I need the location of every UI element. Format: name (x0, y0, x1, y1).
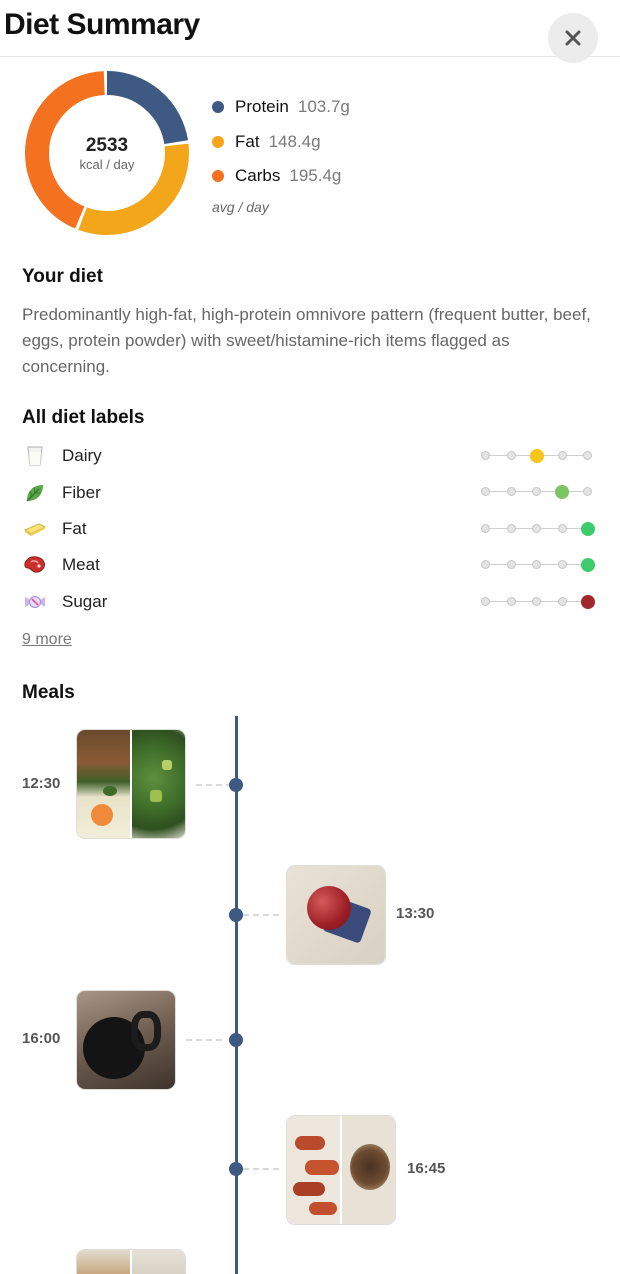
timeline-connector (243, 914, 279, 916)
meal-time: 13:30 (396, 905, 435, 922)
legend-name: Carbs (235, 166, 281, 186)
scale-dot-active (580, 558, 595, 573)
scale-dot (481, 487, 490, 497)
legend-item-fat: Fat 148.4g (212, 125, 350, 160)
scale-dot (481, 596, 490, 606)
level-scale (477, 474, 592, 510)
diet-label-name: Dairy (62, 446, 102, 466)
diet-label-name: Meat (62, 555, 100, 575)
level-scale (477, 438, 592, 474)
scale-dot (532, 560, 541, 570)
salad-photo (130, 730, 185, 838)
diet-label-fiber[interactable]: Fiber (22, 474, 592, 510)
legend-name: Fat (235, 131, 260, 151)
timeline-dot (229, 908, 243, 922)
avg-note: avg / day (212, 199, 269, 215)
diet-labels-heading: All diet labels (22, 407, 145, 428)
macro-donut-chart: 2533 kcal / day (24, 70, 190, 236)
timeline-dot (229, 778, 243, 792)
close-icon (565, 30, 581, 46)
mug-photo (77, 991, 175, 1089)
scale-dot (506, 451, 516, 460)
scale-dot-active (580, 521, 595, 536)
diet-label-meat[interactable]: Meat (22, 547, 595, 583)
level-scale (477, 584, 595, 620)
timeline-dot (229, 1162, 243, 1176)
scale-dot-active (529, 449, 544, 463)
scale-dot (532, 596, 541, 606)
diet-label-dairy[interactable]: Dairy (22, 438, 592, 474)
diet-label-name: Fiber (62, 482, 101, 502)
meal-photo-group[interactable] (286, 1115, 396, 1225)
diet-label-fat[interactable]: Fat (22, 511, 595, 547)
kcal-value: 2533 (85, 134, 129, 156)
meal-photo-group[interactable] (76, 990, 176, 1090)
scale-dot (557, 523, 567, 533)
scale-dot (506, 596, 516, 606)
diet-label-sugar[interactable]: Sugar (22, 584, 595, 620)
scale-dot (506, 487, 516, 497)
legend-item-protein: Protein 103.7g (212, 90, 350, 125)
meal-time: 12:30 (22, 775, 61, 792)
protein-color-dot (212, 101, 224, 114)
level-scale (477, 511, 595, 547)
scale-dot-active (555, 485, 569, 500)
legend-value: 103.7g (297, 97, 350, 117)
food-photo (77, 1250, 130, 1274)
apple-photo (287, 866, 385, 964)
close-button[interactable] (548, 13, 598, 63)
candy-icon (22, 590, 48, 614)
diet-label-name: Sugar (62, 591, 108, 611)
scale-dot (481, 451, 490, 460)
scale-dot (506, 523, 516, 533)
meal-time: 16:00 (22, 1030, 61, 1047)
legend-name: Protein (235, 97, 289, 117)
scale-dot (557, 560, 567, 570)
meal-time: 16:45 (407, 1160, 446, 1177)
meals-heading: Meals (22, 682, 75, 703)
milk-glass-icon (22, 444, 48, 468)
carbs-color-dot (212, 170, 224, 183)
timeline-connector (243, 1168, 279, 1170)
legend-value: 195.4g (289, 166, 342, 186)
diet-label-name: Fat (62, 518, 87, 538)
kcal-unit: kcal / day (79, 156, 135, 172)
scale-dot (532, 487, 541, 497)
meal-photo-group[interactable] (286, 865, 386, 965)
food-photo (77, 730, 130, 838)
timeline-connector (186, 1039, 222, 1041)
meal-photo-group[interactable] (76, 729, 186, 839)
meals-timeline (235, 716, 238, 1274)
level-scale (477, 547, 595, 583)
steak-icon (22, 553, 48, 577)
timeline-connector (196, 784, 232, 786)
legend-value: 148.4g (268, 131, 321, 151)
fat-color-dot (212, 135, 224, 148)
timeline-dot (229, 1033, 243, 1047)
scale-dot (583, 487, 592, 497)
diet-description: Predominantly high-fat, high-protein omn… (22, 305, 591, 376)
page-title: Diet Summary (4, 8, 200, 41)
more-labels-link[interactable]: 9 more (22, 631, 72, 649)
scale-dot (506, 560, 516, 570)
diet-labels-list: Dairy Fiber Fat Meat Sugar (22, 438, 595, 620)
your-diet-heading: Your diet (22, 266, 103, 287)
legend-item-carbs: Carbs 195.4g (212, 159, 350, 194)
scale-dot (557, 596, 567, 606)
meal-photo-group[interactable] (76, 1249, 186, 1274)
scale-dot (583, 451, 592, 460)
leaf-icon (22, 481, 48, 505)
macro-legend: Protein 103.7g Fat 148.4g Carbs 195.4g (212, 90, 350, 194)
scale-dot-active (580, 594, 595, 609)
scale-dot (532, 523, 541, 533)
plate-photo (130, 1250, 185, 1274)
scale-dot (481, 560, 490, 570)
cookie-photo (340, 1116, 395, 1224)
scale-dot (481, 523, 490, 533)
butter-icon (22, 517, 48, 541)
dates-photo (287, 1116, 340, 1224)
header: Diet Summary (0, 0, 620, 63)
scale-dot (557, 451, 567, 460)
